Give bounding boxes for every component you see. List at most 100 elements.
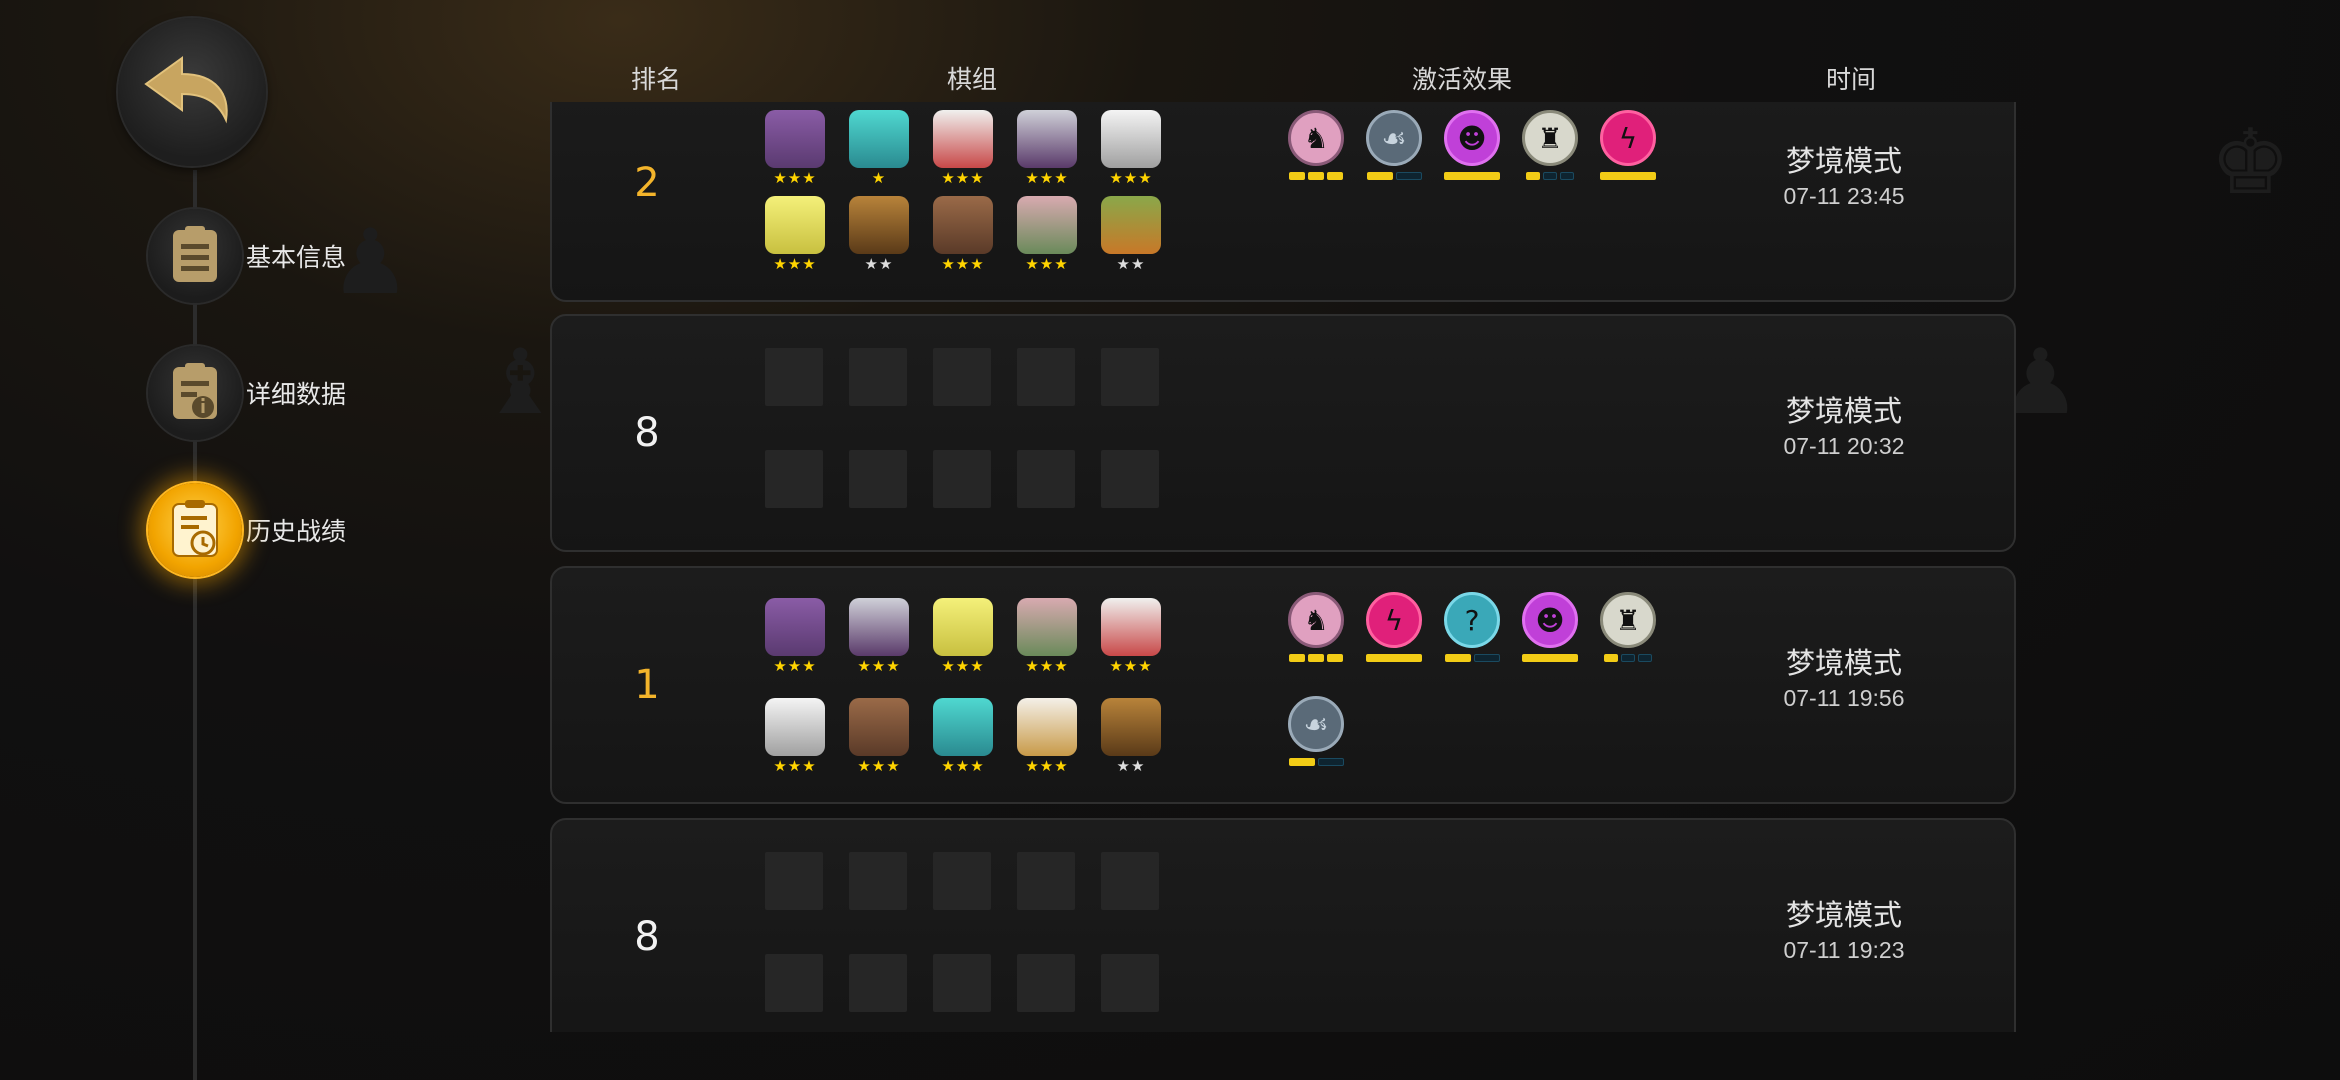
unit-star-rating: ★★★ [941, 657, 985, 675]
match-record-card[interactable]: 8 梦境模式 07-11 19:23 [550, 818, 2016, 1032]
header-lineup: 棋组 [946, 66, 998, 94]
unit-portrait [933, 110, 993, 168]
match-record-card[interactable]: 1 ★★★ ★★★ ★★★ ★★★ ★★★ ★★★ ★★★ ★★★ ★★★ ★★… [550, 566, 2016, 804]
background-chess-piece-icon: ♚ [2210, 110, 2291, 215]
trait-badge: ϟ [1600, 110, 1656, 166]
unit-portrait [1017, 110, 1077, 168]
unit-star-rating: ★★★ [773, 169, 817, 187]
empty-unit-slot [1101, 450, 1159, 508]
unit-star-rating: ★★ [864, 255, 894, 273]
empty-unit-slot [1101, 852, 1159, 910]
unit-star-rating: ★★★ [1025, 657, 1069, 675]
nav-item-history[interactable]: 历史战绩 [148, 482, 346, 578]
trait-knight-icon: ♞ [1284, 110, 1348, 190]
unit-icon: ★★★ [933, 196, 993, 276]
unit-icon: ★★★ [1101, 598, 1161, 678]
trait-level-bars [1362, 654, 1426, 662]
nav-circle [148, 346, 242, 440]
nav-item-detailed-data[interactable]: 详细数据 [148, 345, 346, 441]
unit-portrait [1101, 598, 1161, 656]
empty-unit-slot [765, 348, 823, 406]
trait-level-bars [1596, 654, 1660, 662]
empty-unit-slot [849, 348, 907, 406]
trait-level-bars [1362, 172, 1426, 180]
trait-level-bars [1440, 172, 1504, 180]
unit-icon: ★★ [1101, 698, 1161, 778]
trait-badge: ♞ [1288, 592, 1344, 648]
unit-portrait [933, 196, 993, 254]
empty-unit-slot [933, 852, 991, 910]
unit-portrait [1017, 698, 1077, 756]
nav-label: 历史战绩 [246, 518, 347, 546]
trait-level-bars [1596, 172, 1660, 180]
trait-level-bars [1518, 654, 1582, 662]
trait-mystic-icon: ? [1440, 592, 1504, 672]
empty-unit-slot [933, 348, 991, 406]
unit-portrait [765, 698, 825, 756]
nav-label: 详细数据 [246, 381, 347, 409]
rank-value: 2 [634, 160, 660, 206]
empty-unit-slot [849, 450, 907, 508]
sidebar-divider [193, 170, 197, 1080]
unit-icon: ★★★ [1101, 110, 1161, 190]
rank-value: 1 [634, 662, 660, 708]
back-arrow-icon [144, 56, 228, 124]
empty-unit-slot [765, 450, 823, 508]
unit-icon: ★★★ [765, 598, 825, 678]
trait-badge: ☙ [1288, 696, 1344, 752]
game-mode-label: 梦境模式 [1785, 396, 1902, 428]
unit-icon: ★★ [849, 196, 909, 276]
unit-portrait [765, 110, 825, 168]
unit-star-rating: ★★ [1116, 757, 1146, 775]
trait-guardian-icon: ♜ [1518, 110, 1582, 190]
trait-demon-icon: ☻ [1518, 592, 1582, 672]
unit-icon: ★★★ [933, 110, 993, 190]
empty-unit-slot [765, 954, 823, 1012]
unit-portrait [765, 196, 825, 254]
empty-unit-slot [849, 954, 907, 1012]
unit-portrait [933, 698, 993, 756]
match-record-card[interactable]: 8 梦境模式 07-11 20:32 [550, 314, 2016, 552]
unit-portrait [849, 698, 909, 756]
trait-level-bars [1440, 654, 1504, 662]
empty-unit-slot [1101, 348, 1159, 406]
trait-badge: ♜ [1600, 592, 1656, 648]
empty-unit-slot [1017, 954, 1075, 1012]
header-rank: 排名 [630, 66, 682, 94]
unit-icon: ★★★ [1017, 196, 1077, 276]
trait-level-bars [1284, 654, 1348, 662]
unit-icon: ★★★ [1017, 698, 1077, 778]
match-history-list[interactable]: 2 ★★★ ★ ★★★ ★★★ ★★★ ★★★ ★★ ★★★ ★★★ ★★ ♞ … [540, 102, 2040, 1032]
empty-unit-slot [765, 852, 823, 910]
match-time: 07-11 20:32 [1783, 433, 1905, 459]
empty-unit-slot [933, 954, 991, 1012]
nav-circle [148, 209, 242, 303]
document-icon [173, 226, 217, 282]
game-mode-label: 梦境模式 [1785, 900, 1902, 932]
rank-value: 8 [634, 914, 660, 960]
unit-icon: ★★★ [765, 698, 825, 778]
match-record-card[interactable]: 2 ★★★ ★ ★★★ ★★★ ★★★ ★★★ ★★ ★★★ ★★★ ★★ ♞ … [550, 102, 2016, 302]
empty-unit-slot [849, 852, 907, 910]
unit-icon: ★★★ [849, 598, 909, 678]
unit-star-rating: ★★★ [941, 169, 985, 187]
trait-badge: ☻ [1522, 592, 1578, 648]
nav-item-basic-info[interactable]: 基本信息 [148, 208, 346, 304]
trait-badge: ☻ [1444, 110, 1500, 166]
game-mode-label: 梦境模式 [1785, 146, 1902, 178]
match-time: 07-11 19:23 [1783, 937, 1905, 963]
empty-unit-slot [1017, 450, 1075, 508]
unit-star-rating: ★★ [1116, 255, 1146, 273]
trait-level-bars [1518, 172, 1582, 180]
nav-label: 基本信息 [246, 244, 347, 272]
back-button[interactable] [118, 18, 266, 166]
unit-star-rating: ★★★ [1025, 169, 1069, 187]
trait-badge: ♜ [1522, 110, 1578, 166]
trait-dragon-icon: ϟ [1362, 592, 1426, 672]
unit-star-rating: ★★★ [857, 757, 901, 775]
unit-portrait [849, 196, 909, 254]
unit-portrait [1101, 110, 1161, 168]
unit-star-rating: ★★★ [941, 757, 985, 775]
match-time: 07-11 19:56 [1783, 685, 1905, 711]
unit-star-rating: ★★★ [773, 657, 817, 675]
